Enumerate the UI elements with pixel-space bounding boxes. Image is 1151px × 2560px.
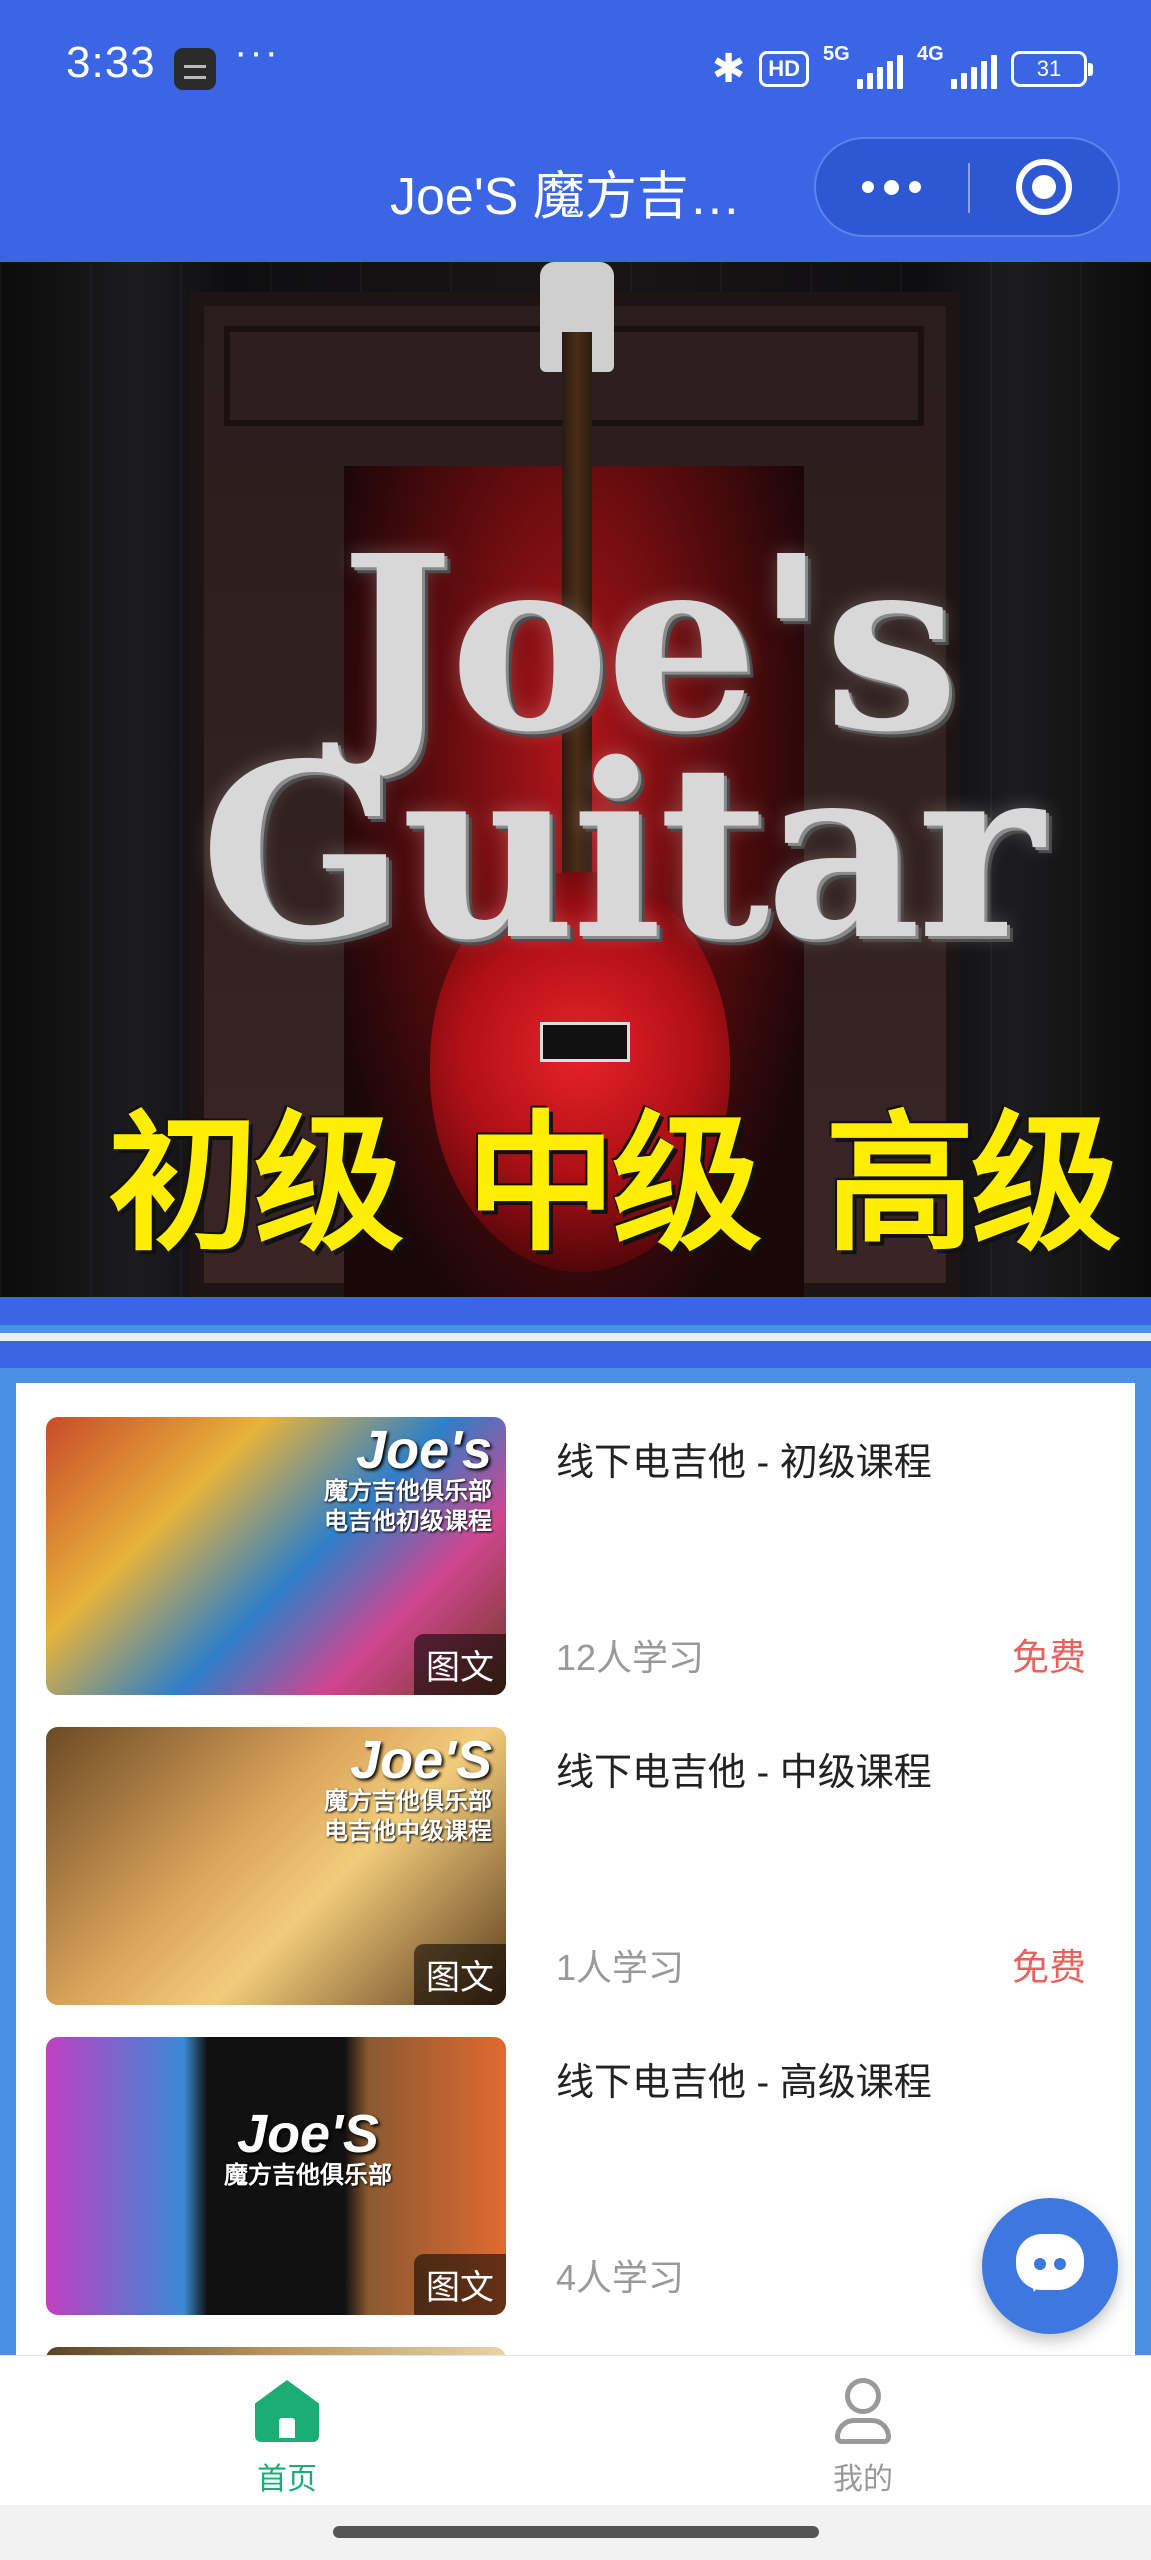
- status-bar: 3:33 ··· ✱ HD 5G 4G 31: [0, 0, 1151, 135]
- course-title: 线下电吉他 - 中级课程: [556, 1752, 932, 1794]
- hero-banner[interactable]: Joe's Guitar 初级 中级 高级: [0, 262, 1151, 1297]
- recorder-app-icon: [174, 48, 216, 90]
- course-item[interactable]: Joe'S 魔方吉他俱乐部 图文 线下电吉他 - 高级课程 4人学习: [46, 2037, 1106, 2315]
- banner-logo-line2: Guitar: [200, 711, 1043, 993]
- hd-badge: HD: [759, 51, 809, 87]
- home-indicator[interactable]: [333, 2526, 819, 2538]
- home-icon: [255, 2380, 319, 2442]
- signal-5g-icon: 5G: [823, 43, 903, 89]
- more-dots-icon[interactable]: [816, 139, 966, 235]
- tab-mine[interactable]: 我的: [713, 2356, 1013, 2506]
- course-title: 线下电吉他 - 高级课程: [556, 2062, 932, 2104]
- section-divider: [0, 1333, 1151, 1341]
- course-title: 线下电吉他 - 初级课程: [556, 1442, 932, 1484]
- status-icons: ✱ HD 5G 4G 31: [711, 43, 1093, 94]
- notification-more-icon: ···: [234, 30, 280, 74]
- content-type-tag: 图文: [414, 1634, 506, 1695]
- learner-count: 4人学习: [556, 2257, 685, 2298]
- top-header: 3:33 ··· ✱ HD 5G 4G 31 Joe'S 魔方吉…: [0, 0, 1151, 262]
- tab-home-label: 首页: [257, 2463, 317, 2496]
- course-thumbnail: Joe's 魔方吉他俱乐部 电吉他初级课程 图文: [46, 1417, 506, 1695]
- learner-count: 12人学习: [556, 1637, 705, 1678]
- level-beginner: 初级: [108, 1098, 404, 1272]
- course-price: 免费: [1012, 1947, 1086, 1988]
- capsule-divider: [968, 163, 970, 213]
- course-price: 免费: [1012, 1637, 1086, 1678]
- customer-service-button[interactable]: [982, 2198, 1118, 2334]
- thumbnail-brand: Joe'S 魔方吉他俱乐部: [224, 2104, 392, 2189]
- user-icon: [835, 2378, 891, 2444]
- level-advanced: 高级: [825, 1098, 1121, 1272]
- target-close-icon[interactable]: [1016, 159, 1072, 215]
- battery-icon: 31: [1011, 51, 1093, 87]
- signal-4g-icon: 4G: [917, 43, 997, 89]
- course-item[interactable]: Joe's 魔方吉他俱乐部 电吉他初级课程 图文 线下电吉他 - 初级课程 12…: [46, 1417, 1106, 1695]
- tab-mine-label: 我的: [833, 2463, 893, 2496]
- content-type-tag: 图文: [414, 2254, 506, 2315]
- thumbnail-brand: Joe's 魔方吉他俱乐部 电吉他初级课程: [324, 1420, 492, 1535]
- bluetooth-icon: ✱: [711, 47, 746, 91]
- chat-bubble-icon: [1016, 2234, 1084, 2292]
- list-top-strip: [0, 1341, 1151, 1368]
- level-intermediate: 中级: [466, 1098, 762, 1272]
- thumbnail-brand: Joe'S 魔方吉他俱乐部 电吉他中级课程: [324, 1730, 492, 1845]
- tab-home[interactable]: 首页: [137, 2356, 437, 2506]
- banner-bottom-strip: [0, 1297, 1151, 1325]
- status-time: 3:33: [66, 38, 156, 87]
- course-thumbnail: Joe'S 魔方吉他俱乐部 电吉他中级课程 图文: [46, 1727, 506, 2005]
- learner-count: 1人学习: [556, 1947, 685, 1988]
- course-list: Joe's 魔方吉他俱乐部 电吉他初级课程 图文 线下电吉他 - 初级课程 12…: [16, 1383, 1135, 2443]
- bottom-tab-bar: 首页 我的: [0, 2355, 1151, 2505]
- course-thumbnail: Joe'S 魔方吉他俱乐部 图文: [46, 2037, 506, 2315]
- content-type-tag: 图文: [414, 1944, 506, 2005]
- guitar-pickup: [540, 1022, 630, 1062]
- miniprogram-capsule: [814, 137, 1120, 237]
- course-item[interactable]: Joe'S 魔方吉他俱乐部 电吉他中级课程 图文 线下电吉他 - 中级课程 1人…: [46, 1727, 1106, 2005]
- page-title: Joe'S 魔方吉…: [390, 168, 741, 226]
